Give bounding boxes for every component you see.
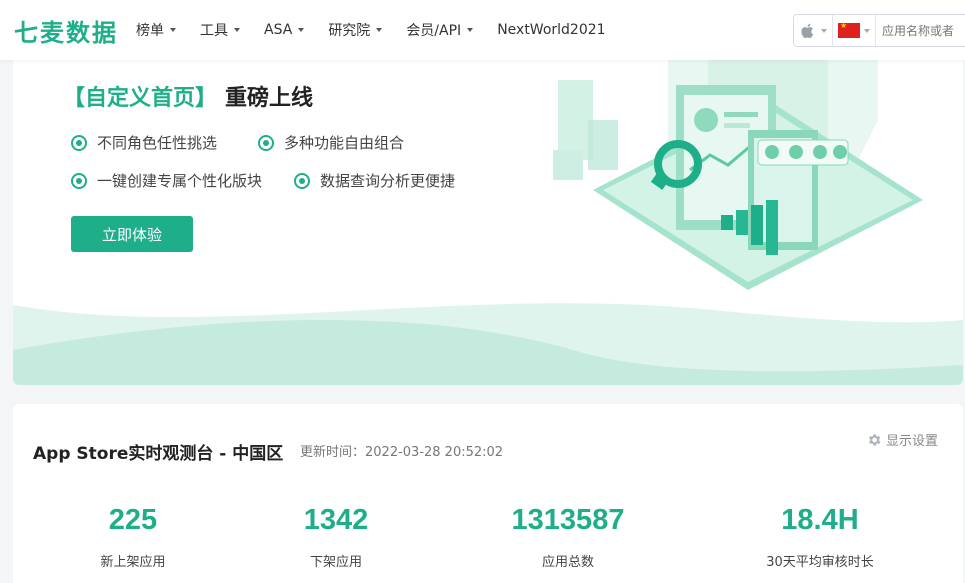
nav-item-label: NextWorld2021 bbox=[497, 22, 606, 38]
nav-item-label: 榜单 bbox=[136, 23, 164, 39]
feature-label: 多种功能自由组合 bbox=[284, 134, 405, 152]
nav-item-tools[interactable]: 工具 bbox=[200, 20, 240, 40]
radio-dot-icon bbox=[71, 134, 87, 151]
top-header: 七麦数据 榜单 工具 ASA 研究院 会员/API NextWorld2021 bbox=[0, 0, 965, 60]
gear-icon bbox=[868, 433, 881, 446]
chevron-down-icon bbox=[376, 28, 383, 32]
radio-dot-icon bbox=[71, 172, 87, 189]
nav-item-label: 研究院 bbox=[328, 23, 371, 39]
radio-dot-icon bbox=[258, 134, 274, 151]
nav-item-label: ASA bbox=[264, 22, 293, 38]
dashboard-illustration bbox=[553, 60, 923, 290]
banner-title-rest: 重磅上线 bbox=[225, 86, 314, 111]
main-nav: 榜单 工具 ASA 研究院 会员/API NextWorld2021 bbox=[136, 0, 630, 60]
metric-value: 225 bbox=[108, 504, 158, 536]
nav-item-asa[interactable]: ASA bbox=[264, 22, 305, 38]
banner-title-accent: 【自定义首页】 bbox=[63, 86, 218, 111]
china-flag-icon bbox=[838, 21, 860, 38]
nav-item-membership-api[interactable]: 会员/API bbox=[406, 20, 474, 40]
metric-label: 应用总数 bbox=[541, 555, 594, 570]
update-time: 更新时间：2022-03-28 20:52:02 bbox=[300, 445, 504, 460]
chevron-down-icon bbox=[170, 28, 176, 32]
feature-label: 数据查询分析更便捷 bbox=[320, 172, 456, 190]
metric-label: 30天平均审核时长 bbox=[766, 555, 874, 570]
radio-dot-icon bbox=[294, 172, 310, 189]
feature-item: 数据查询分析更便捷 bbox=[294, 170, 455, 191]
dashboard-title: App Store实时观测台 - 中国区 bbox=[33, 444, 284, 464]
chevron-down-icon bbox=[298, 28, 305, 32]
metric-value: 18.4H bbox=[781, 504, 859, 536]
metric-label: 新上架应用 bbox=[100, 555, 166, 570]
nav-item-rankings[interactable]: 榜单 bbox=[136, 20, 176, 40]
feature-item: 不同角色任性挑选 bbox=[71, 132, 217, 153]
metric-total-apps[interactable]: 1313587 应用总数 bbox=[468, 504, 668, 570]
search-box bbox=[793, 14, 965, 47]
chevron-down-icon bbox=[467, 28, 474, 32]
app-store-dashboard: App Store实时观测台 - 中国区 更新时间：2022-03-28 20:… bbox=[13, 404, 963, 583]
banner-title: 【自定义首页】 重磅上线 bbox=[63, 80, 313, 112]
feature-item: 一键创建专属个性化版块 bbox=[71, 170, 262, 191]
nav-item-nextworld[interactable]: NextWorld2021 bbox=[497, 22, 605, 38]
display-settings-button[interactable]: 显示设置 bbox=[866, 430, 938, 449]
feature-item: 多种功能自由组合 bbox=[258, 132, 404, 153]
try-now-button[interactable]: 立即体验 bbox=[71, 216, 193, 252]
apple-icon bbox=[801, 23, 814, 38]
metric-value: 1342 bbox=[303, 504, 369, 536]
chevron-down-icon bbox=[821, 28, 827, 33]
metric-removed-apps[interactable]: 1342 下架应用 bbox=[236, 504, 436, 570]
logo[interactable]: 七麦数据 bbox=[14, 13, 118, 48]
chevron-down-icon bbox=[864, 28, 870, 33]
nav-item-label: 会员/API bbox=[406, 23, 462, 39]
metric-label: 下架应用 bbox=[309, 555, 362, 570]
promo-banner: 【自定义首页】 重磅上线 不同角色任性挑选 多种功能自由组合 一键创建专属个性化版… bbox=[13, 60, 963, 385]
nav-item-label: 工具 bbox=[200, 23, 228, 39]
chevron-down-icon bbox=[234, 28, 240, 32]
metric-avg-review-time[interactable]: 18.4H 30天平均审核时长 bbox=[720, 504, 920, 570]
metric-value: 1313587 bbox=[511, 504, 625, 536]
feature-label: 不同角色任性挑选 bbox=[97, 134, 218, 152]
wave-decoration bbox=[13, 303, 963, 385]
feature-label: 一键创建专属个性化版块 bbox=[97, 172, 263, 190]
platform-select[interactable] bbox=[794, 15, 833, 46]
country-select[interactable] bbox=[833, 15, 876, 46]
nav-item-research[interactable]: 研究院 bbox=[328, 20, 383, 40]
settings-label: 显示设置 bbox=[886, 434, 939, 449]
search-input[interactable] bbox=[876, 23, 965, 38]
metric-new-apps[interactable]: 225 新上架应用 bbox=[33, 504, 233, 570]
